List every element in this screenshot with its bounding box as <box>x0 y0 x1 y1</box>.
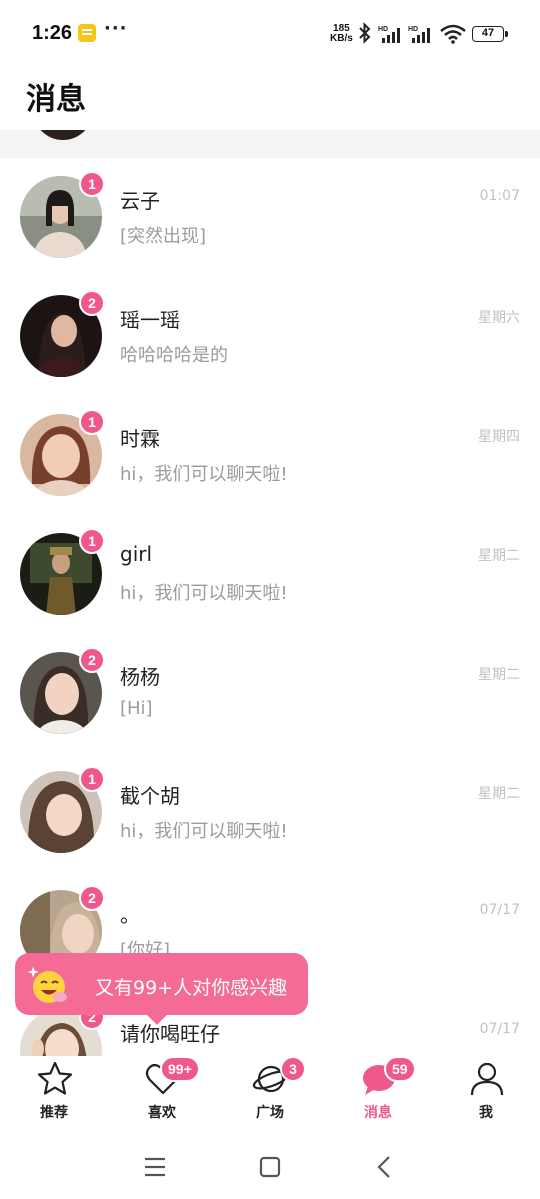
signal-strength-2-icon: HD <box>408 26 430 43</box>
conversation-item[interactable]: 1 时霖 hi，我们可以聊天啦! 星期四 <box>0 396 540 515</box>
wifi-icon <box>440 24 466 44</box>
nav-label: 广场 <box>256 1105 284 1121</box>
nav-label: 我 <box>479 1105 493 1121</box>
contact-name: girl <box>120 542 153 566</box>
last-message: 哈哈哈哈是的 <box>120 345 228 366</box>
contact-name: 请你喝旺仔 <box>120 1022 220 1046</box>
nav-recommend[interactable]: 推荐 <box>0 1056 108 1134</box>
back-icon[interactable] <box>370 1152 400 1182</box>
unread-badge: 1 <box>79 766 105 792</box>
nav-badge: 99+ <box>160 1056 200 1082</box>
unread-badge: 1 <box>79 528 105 554</box>
message-time: 星期二 <box>478 667 520 683</box>
nav-me[interactable]: 我 <box>432 1056 540 1134</box>
bluetooth-icon <box>359 22 371 44</box>
battery-indicator: 47 <box>472 26 508 42</box>
last-message: hi，我们可以聊天啦! <box>120 821 288 842</box>
last-message: [突然出现] <box>120 226 207 247</box>
contact-name: 杨杨 <box>120 665 160 689</box>
status-time: 1:26 <box>32 22 73 44</box>
unread-badge: 1 <box>79 171 105 197</box>
nav-label: 推荐 <box>40 1105 68 1121</box>
conversation-item[interactable]: 1 girl hi，我们可以聊天啦! 星期二 <box>0 515 540 634</box>
bottom-nav: 推荐 99+ 喜欢 3 广场 59 消息 我 <box>0 1056 540 1134</box>
message-time: 07/17 <box>479 902 520 918</box>
message-time: 01:07 <box>479 188 520 204</box>
star-icon <box>37 1061 73 1095</box>
status-bar: 1:26 ··· 185 KB/s HD HD 47 <box>0 0 540 68</box>
conversation-item[interactable]: 1 云子 [突然出现] 01:07 <box>0 158 540 277</box>
nav-messages[interactable]: 59 消息 <box>324 1056 432 1134</box>
conversation-item[interactable]: 2 杨杨 [Hi] 星期二 <box>0 634 540 753</box>
unread-badge: 1 <box>79 409 105 435</box>
unread-badge: 2 <box>79 290 105 316</box>
message-time: 星期六 <box>478 310 520 326</box>
contact-name: 时霖 <box>120 427 160 451</box>
notes-app-icon <box>78 24 96 42</box>
person-icon <box>470 1062 504 1096</box>
more-notifications-icon: ··· <box>104 18 128 39</box>
nav-plaza[interactable]: 3 广场 <box>216 1056 324 1134</box>
signal-hd-label-2: HD <box>408 26 418 33</box>
contact-name: 。 <box>120 903 140 927</box>
nav-label: 消息 <box>364 1105 392 1121</box>
message-time: 07/17 <box>479 1021 520 1037</box>
unread-badge: 2 <box>79 647 105 673</box>
conversation-item[interactable]: 1 截个胡 hi，我们可以聊天啦! 星期二 <box>0 753 540 872</box>
contact-name: 截个胡 <box>120 784 180 808</box>
conversation-item[interactable]: 2 瑶一瑶 哈哈哈哈是的 星期六 <box>0 277 540 396</box>
system-nav-bar <box>0 1134 540 1199</box>
smiley-emoji-icon <box>27 966 67 1003</box>
last-message: hi，我们可以聊天啦! <box>120 583 288 604</box>
contact-name: 云子 <box>120 189 160 213</box>
nav-badge: 3 <box>280 1056 306 1082</box>
signal-hd-label: HD <box>378 26 388 33</box>
conversation-list[interactable]: 1 云子 [突然出现] 01:07 2 瑶一瑶 哈哈哈哈是的 星期六 1 时霖 … <box>0 130 540 1056</box>
message-time: 星期四 <box>478 429 520 445</box>
network-speed: 185 KB/s <box>330 24 353 44</box>
home-icon[interactable] <box>255 1152 285 1182</box>
last-message: hi，我们可以聊天啦! <box>120 464 288 485</box>
signal-strength-icon: HD <box>378 26 400 43</box>
contact-name: 瑶一瑶 <box>120 308 180 332</box>
interest-toast[interactable]: 又有99+人对你感兴趣 <box>15 953 308 1015</box>
unread-badge: 2 <box>79 885 105 911</box>
nav-label: 喜欢 <box>148 1105 176 1121</box>
nav-badge: 59 <box>384 1056 416 1082</box>
list-top-divider <box>0 130 540 158</box>
nav-likes[interactable]: 99+ 喜欢 <box>108 1056 216 1134</box>
message-time: 星期二 <box>478 548 520 564</box>
network-speed-unit: KB/s <box>330 33 353 44</box>
page-title: 消息 <box>26 82 86 117</box>
last-message: [Hi] <box>120 698 153 719</box>
menu-icon[interactable] <box>140 1152 170 1182</box>
toast-text: 又有99+人对你感兴趣 <box>95 977 288 999</box>
message-time: 星期二 <box>478 786 520 802</box>
